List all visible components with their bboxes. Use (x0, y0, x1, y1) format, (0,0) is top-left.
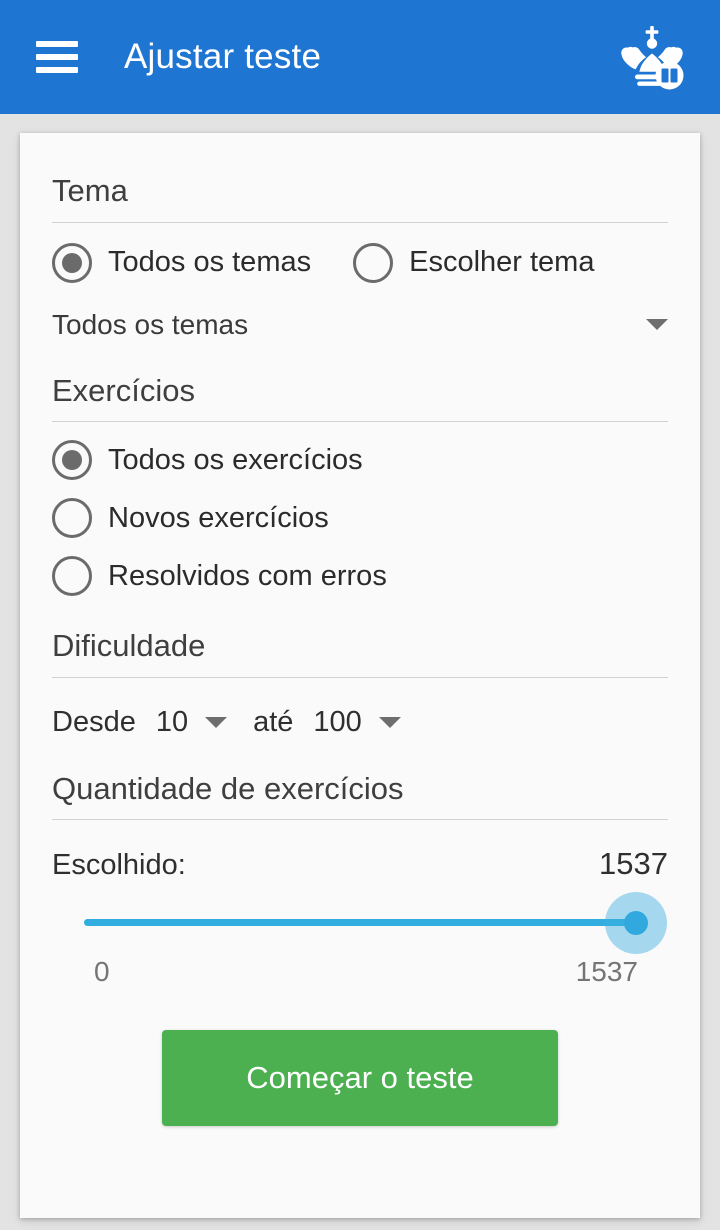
chess-king-book-logo-icon (621, 26, 684, 90)
difficulty-range-row: Desde 10 até 100 (52, 706, 668, 739)
caret-down-icon (378, 716, 401, 728)
caret-down-icon (646, 319, 668, 331)
caret-down-icon (205, 716, 228, 728)
section-heading-exercises: Exercícios (52, 341, 668, 423)
chosen-amount-value: 1537 (599, 846, 668, 882)
slider-min-label: 0 (94, 956, 110, 988)
hamburger-bar (36, 54, 78, 60)
radio-label: Escolher tema (409, 246, 595, 279)
difficulty-to-value: 100 (313, 705, 362, 738)
chosen-amount-row: Escolhido: 1537 (52, 846, 668, 882)
start-test-button[interactable]: Começar o teste (162, 1030, 558, 1127)
slider-max-label: 1537 (575, 956, 638, 988)
radio-label: Todos os temas (108, 246, 312, 279)
radio-unselected-icon (52, 498, 92, 539)
slider-thumb[interactable] (605, 892, 667, 955)
section-heading-difficulty: Dificuldade (52, 596, 668, 678)
radio-option-solved-with-errors[interactable]: Resolvidos com erros (52, 556, 668, 597)
theme-select[interactable]: Todos os temas (52, 309, 668, 341)
difficulty-to-select[interactable]: 100 (313, 705, 401, 739)
chosen-amount-label: Escolhido: (52, 849, 186, 882)
hamburger-bar (36, 67, 78, 73)
theme-select-value: Todos os temas (52, 308, 249, 340)
radio-option-all-exercises[interactable]: Todos os exercícios (52, 440, 668, 481)
radio-label: Todos os exercícios (108, 443, 363, 476)
start-button-wrap: Começar o teste (52, 1030, 668, 1127)
slider-track (84, 919, 636, 927)
hamburger-menu-icon[interactable] (36, 41, 78, 73)
slider-scale: 0 1537 (52, 956, 668, 988)
section-heading-theme: Tema (52, 133, 668, 223)
difficulty-from-label: Desde (52, 705, 136, 738)
page-title: Ajustar teste (124, 37, 322, 76)
radio-option-new-exercises[interactable]: Novos exercícios (52, 498, 668, 539)
quantity-slider[interactable] (52, 890, 668, 955)
radio-label: Resolvidos com erros (108, 559, 387, 592)
difficulty-to-label: até (253, 705, 294, 738)
exercises-radio-group: Todos os exercícios Novos exercícios Res… (52, 440, 668, 597)
radio-label: Novos exercícios (108, 501, 329, 534)
radio-option-choose-theme[interactable]: Escolher tema (353, 242, 595, 283)
app-bar: Ajustar teste (0, 0, 720, 114)
radio-selected-icon (52, 242, 92, 283)
section-heading-quantity: Quantidade de exercícios (52, 739, 668, 821)
radio-unselected-icon (353, 242, 394, 283)
hamburger-bar (36, 41, 78, 47)
settings-card: Tema Todos os temas Escolher tema Todos … (20, 133, 700, 1218)
radio-selected-icon (52, 440, 92, 481)
difficulty-from-select[interactable]: 10 (155, 705, 228, 739)
radio-option-all-themes[interactable]: Todos os temas (52, 242, 312, 283)
theme-radio-group: Todos os temas Escolher tema (52, 242, 668, 283)
difficulty-from-value: 10 (155, 705, 189, 738)
radio-unselected-icon (52, 556, 92, 597)
